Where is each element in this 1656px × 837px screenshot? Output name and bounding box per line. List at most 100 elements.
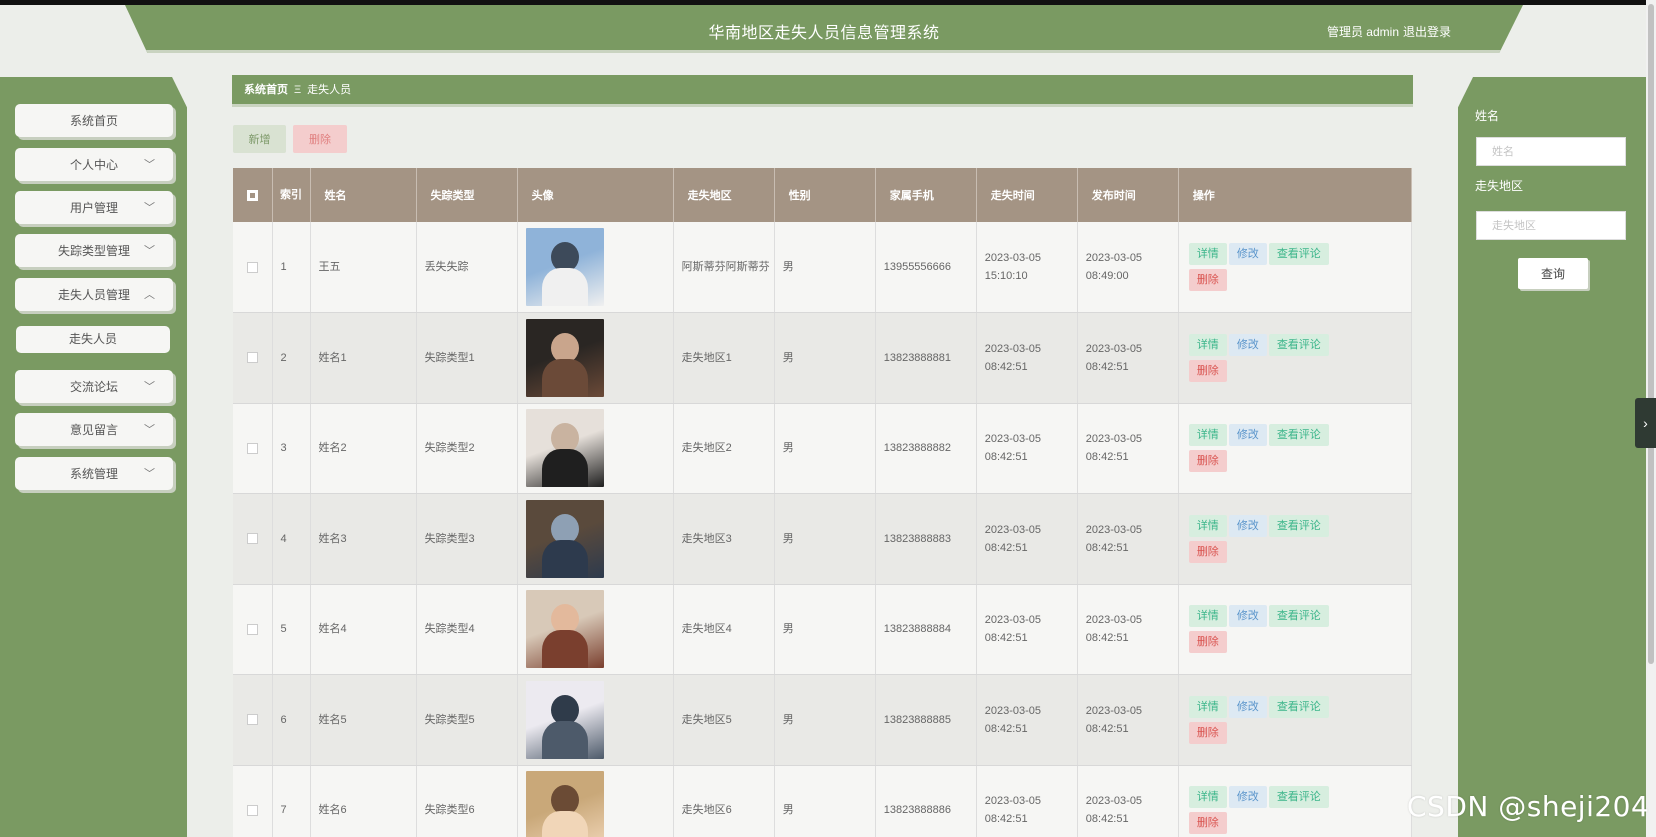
view-comments-button[interactable]: 查看评论	[1268, 514, 1329, 537]
delete-button[interactable]: 删除	[1188, 812, 1227, 835]
row-lost-time: 2023-03-05 08:42:51	[976, 674, 1078, 766]
select-all-checkbox[interactable]	[233, 168, 273, 222]
delete-button[interactable]: 删除	[1188, 269, 1227, 291]
breadcrumb-current: 走失人员	[307, 84, 352, 96]
row-publish-time: 2023-03-05 08:42:51	[1077, 765, 1179, 837]
header-gender: 性别	[774, 168, 876, 222]
add-button[interactable]: 新增	[233, 125, 286, 153]
row-lost-time: 2023-03-05 08:42:51	[976, 312, 1078, 404]
chevron-right-icon[interactable]: ›	[1635, 398, 1656, 448]
row-checkbox[interactable]	[233, 222, 273, 313]
detail-button[interactable]: 详情	[1188, 424, 1227, 447]
edit-button[interactable]: 修改	[1228, 514, 1267, 537]
sidebar-item-4[interactable]: 走失人员管理 ︿	[15, 278, 173, 311]
row-index: 7	[272, 765, 311, 837]
edit-button[interactable]: 修改	[1228, 243, 1267, 265]
detail-button[interactable]: 详情	[1188, 786, 1227, 809]
logout-link[interactable]: 退出登录	[1403, 23, 1451, 40]
chevron-down-icon: ﹀	[144, 159, 155, 171]
avatar[interactable]	[525, 318, 604, 397]
row-lost-time: 2023-03-05 08:42:51	[976, 765, 1078, 837]
view-comments-button[interactable]: 查看评论	[1268, 786, 1329, 809]
row-checkbox[interactable]	[233, 674, 273, 766]
batch-delete-button[interactable]: 删除	[293, 125, 347, 153]
avatar[interactable]	[525, 590, 604, 669]
name-search-input[interactable]	[1476, 137, 1626, 166]
detail-button[interactable]: 详情	[1188, 243, 1227, 265]
delete-button[interactable]: 删除	[1188, 631, 1227, 654]
sidebar-item-8[interactable]: 系统管理 ﹀	[15, 457, 173, 490]
header-name: 姓名	[310, 168, 417, 222]
chevron-down-icon: ﹀	[144, 424, 155, 436]
header-actions: 操作	[1178, 168, 1413, 222]
row-phone: 13823888882	[875, 403, 977, 494]
row-gender: 男	[774, 312, 876, 404]
sidebar-item-label: 失踪类型管理	[57, 244, 130, 258]
row-phone: 13823888885	[875, 674, 977, 766]
view-comments-button[interactable]: 查看评论	[1268, 695, 1329, 718]
delete-button[interactable]: 删除	[1188, 359, 1227, 382]
row-actions: 详情 修改 查看评论删除	[1178, 403, 1413, 494]
delete-button[interactable]: 删除	[1188, 721, 1227, 744]
header-type: 失踪类型	[416, 168, 518, 222]
sidebar-item-label: 个人中心	[69, 158, 118, 172]
detail-button[interactable]: 详情	[1188, 605, 1227, 628]
row-index: 4	[272, 493, 311, 585]
row-avatar-cell	[517, 312, 674, 404]
sidebar-item-2[interactable]: 用户管理 ﹀	[15, 191, 173, 224]
row-avatar-cell	[517, 584, 674, 675]
edit-button[interactable]: 修改	[1228, 695, 1267, 718]
sidebar-item-5[interactable]: 走失人员	[16, 326, 170, 353]
view-comments-button[interactable]: 查看评论	[1268, 605, 1329, 628]
row-index: 2	[272, 312, 311, 404]
edit-button[interactable]: 修改	[1228, 605, 1267, 628]
watermark: CSDN @sheji204	[1407, 790, 1650, 823]
edit-button[interactable]: 修改	[1228, 333, 1267, 356]
view-comments-button[interactable]: 查看评论	[1268, 243, 1329, 265]
search-panel: 姓名 走失地区 查询	[1458, 77, 1646, 837]
avatar[interactable]	[525, 680, 604, 759]
row-index: 1	[272, 222, 311, 313]
edit-button[interactable]: 修改	[1228, 786, 1267, 809]
edit-button[interactable]: 修改	[1228, 424, 1267, 447]
sidebar-item-6[interactable]: 交流论坛 ﹀	[15, 370, 173, 403]
sidebar-item-3[interactable]: 失踪类型管理 ﹀	[15, 234, 173, 267]
query-button[interactable]: 查询	[1518, 258, 1588, 289]
page-scrollbar-thumb[interactable]	[1648, 4, 1654, 664]
row-type: 失踪类型3	[416, 493, 518, 585]
row-actions: 详情 修改 查看评论删除	[1178, 222, 1413, 313]
sidebar-item-7[interactable]: 意见留言 ﹀	[15, 413, 173, 446]
row-publish-time: 2023-03-05 08:42:51	[1077, 584, 1179, 675]
chevron-down-icon: ﹀	[144, 468, 155, 480]
row-checkbox[interactable]	[233, 403, 273, 494]
breadcrumb-home[interactable]: 系统首页	[244, 84, 288, 96]
row-avatar-cell	[517, 674, 674, 766]
delete-button[interactable]: 删除	[1188, 540, 1227, 563]
avatar[interactable]	[525, 499, 604, 578]
row-checkbox[interactable]	[233, 493, 273, 585]
row-index: 5	[272, 584, 311, 675]
table-row: 3 姓名2 失踪类型2 走失地区2 男 13823888882 2023-03-05 08:…	[233, 403, 1413, 494]
avatar[interactable]	[525, 771, 604, 837]
sidebar-item-1[interactable]: 个人中心 ﹀	[15, 148, 173, 181]
view-comments-button[interactable]: 查看评论	[1268, 424, 1329, 447]
row-phone: 13823888886	[875, 765, 977, 837]
detail-button[interactable]: 详情	[1188, 695, 1227, 718]
header-phone: 家属手机	[875, 168, 977, 222]
row-actions: 详情 修改 查看评论删除	[1178, 674, 1413, 766]
avatar[interactable]	[525, 409, 604, 488]
sidebar-item-label: 交流论坛	[69, 380, 118, 394]
detail-button[interactable]: 详情	[1188, 514, 1227, 537]
sidebar-item-0[interactable]: 系统首页	[15, 104, 173, 137]
row-area: 走失地区4	[673, 584, 775, 675]
avatar[interactable]	[525, 228, 604, 306]
row-checkbox[interactable]	[233, 312, 273, 404]
row-checkbox[interactable]	[233, 765, 273, 837]
detail-button[interactable]: 详情	[1188, 333, 1227, 356]
table-row: 2 姓名1 失踪类型1 走失地区1 男 13823888881 2023-03-05 08:…	[233, 312, 1413, 404]
row-name: 姓名2	[310, 403, 417, 494]
row-checkbox[interactable]	[233, 584, 273, 675]
view-comments-button[interactable]: 查看评论	[1268, 333, 1329, 356]
delete-button[interactable]: 删除	[1188, 450, 1227, 473]
area-search-input[interactable]	[1476, 211, 1626, 240]
